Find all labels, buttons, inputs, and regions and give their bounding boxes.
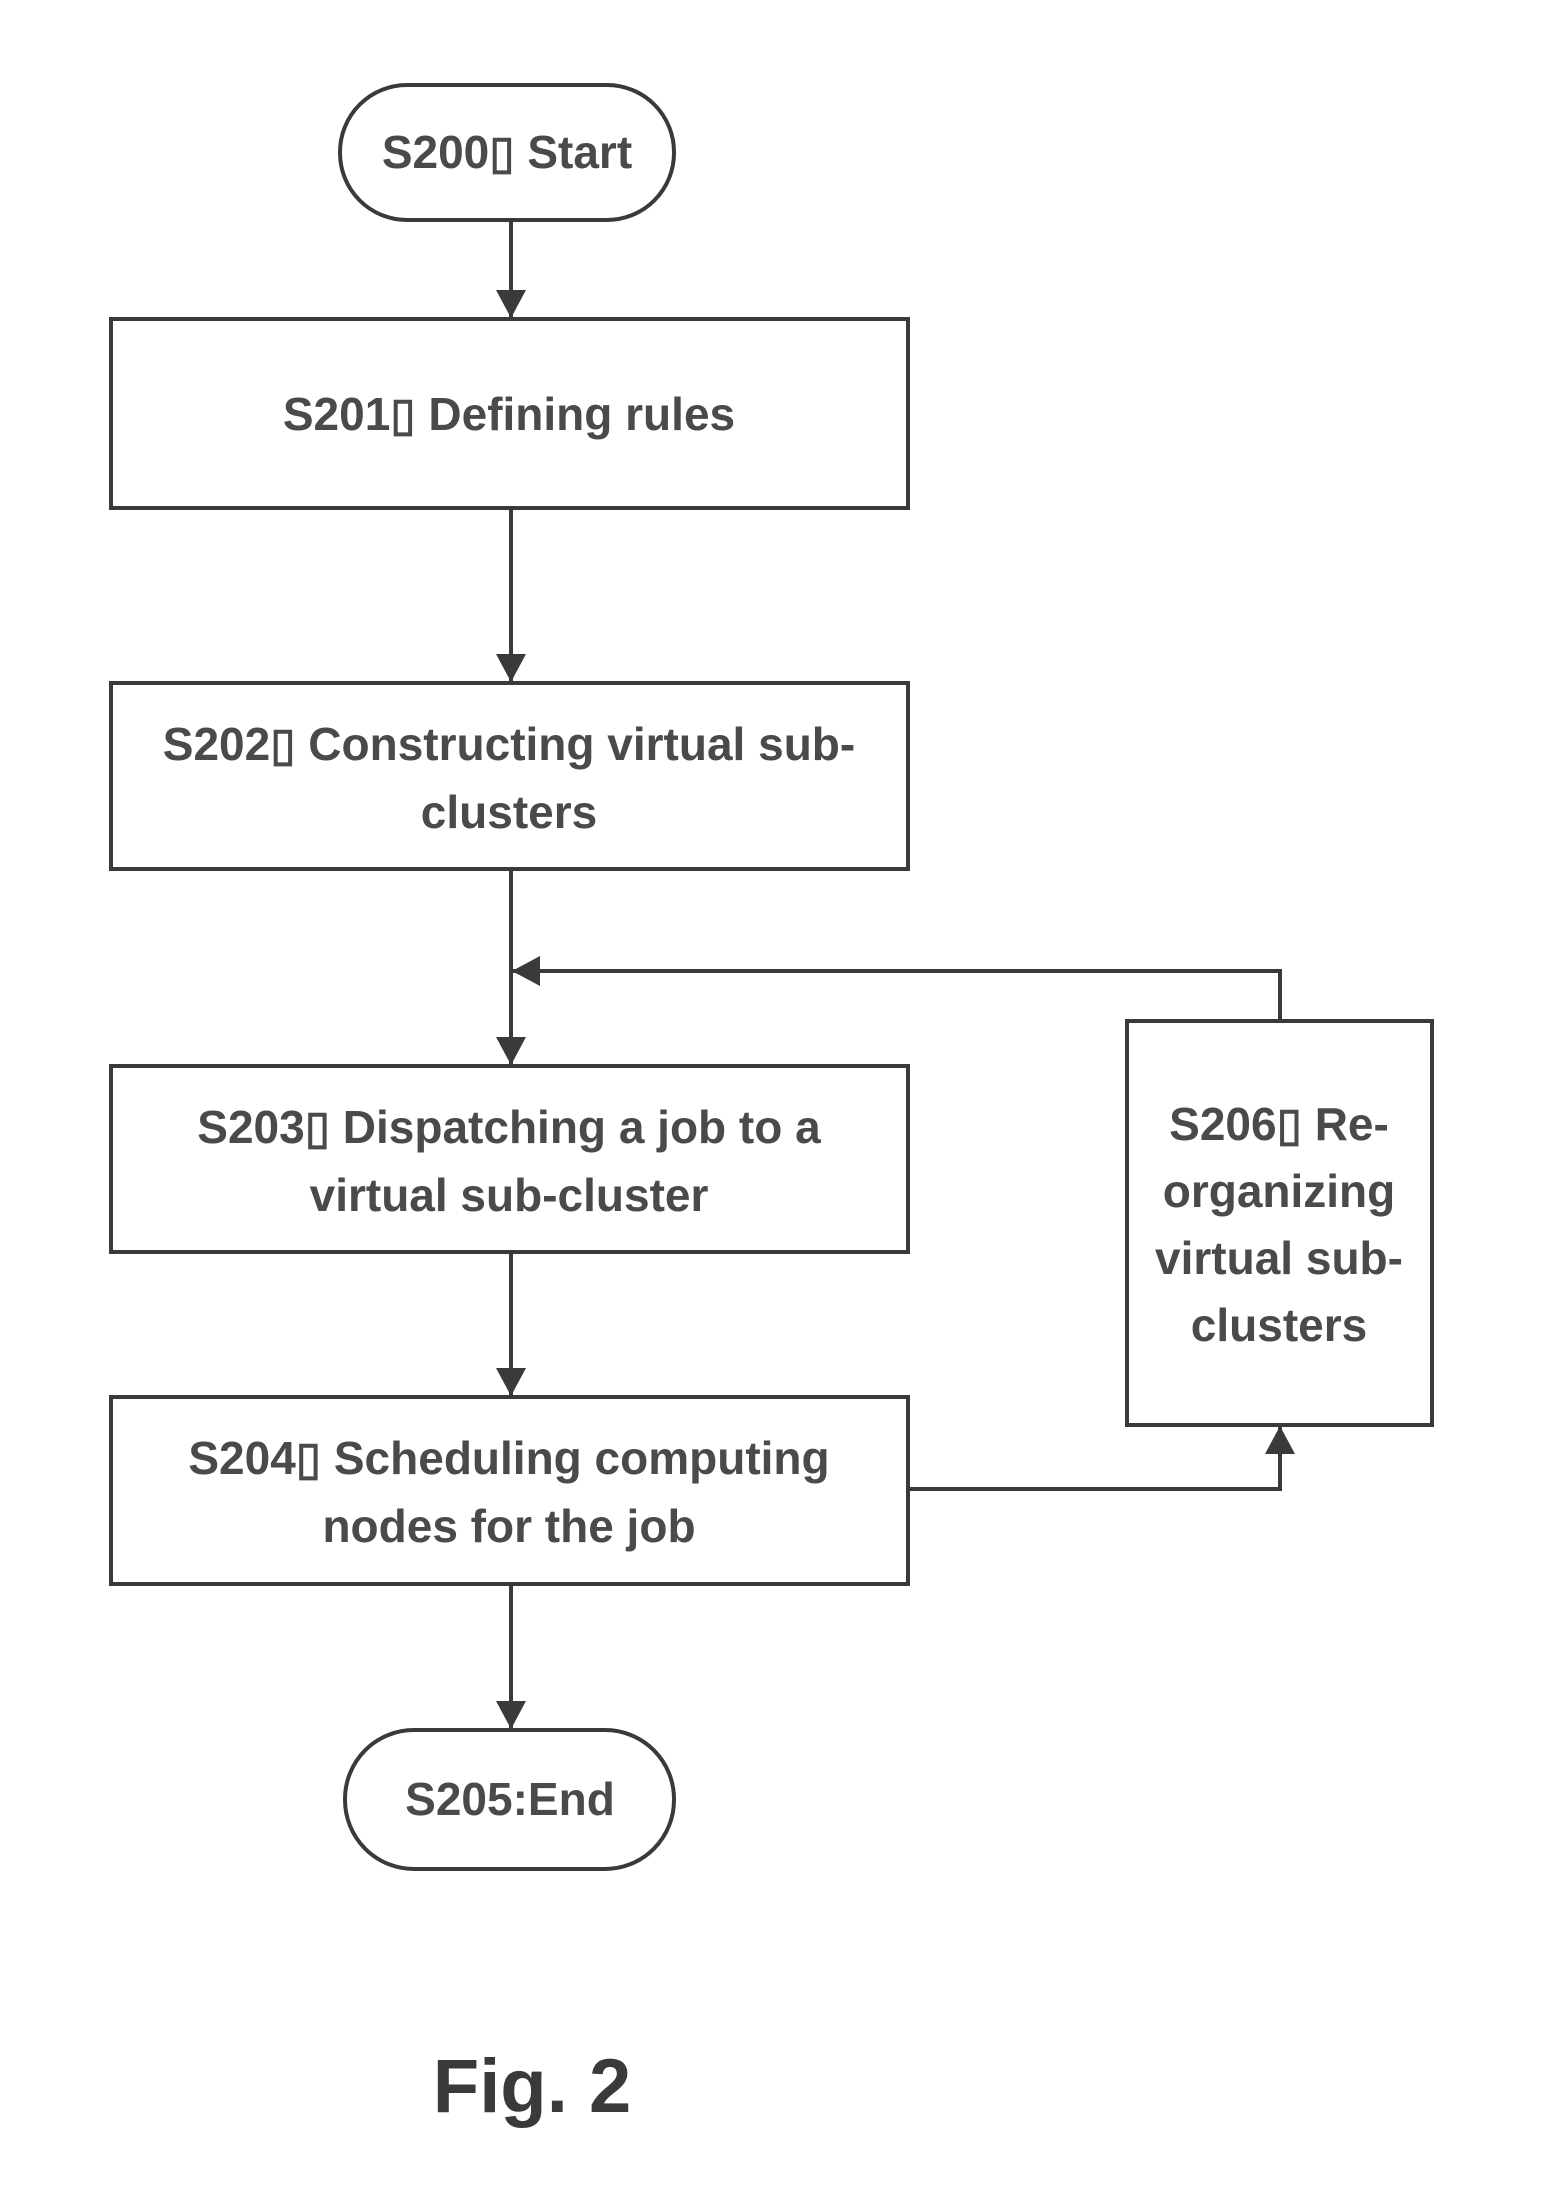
arrowhead-s203 bbox=[496, 1037, 526, 1065]
node-label-line-1: S203▯ Dispatching a job to a bbox=[197, 1101, 821, 1153]
node-s200: S200▯ Start bbox=[338, 83, 676, 222]
process-box bbox=[109, 1064, 910, 1254]
arrowhead-s202 bbox=[496, 654, 526, 682]
process-box bbox=[109, 1395, 910, 1586]
node-s202: S202▯ Constructing virtual sub- clusters bbox=[109, 681, 910, 871]
flowchart: S200▯ Start S201▯ Defining rules S202▯ C… bbox=[109, 83, 1434, 2129]
arrowhead-s206 bbox=[1265, 1426, 1295, 1454]
node-label-line-1: S206▯ Re- bbox=[1169, 1098, 1389, 1150]
node-label-line-2: organizing bbox=[1163, 1165, 1396, 1217]
node-s201: S201▯ Defining rules bbox=[109, 317, 910, 510]
process-box bbox=[1125, 1019, 1434, 1427]
node-label: S205:End bbox=[405, 1773, 615, 1825]
node-label-line-2: virtual sub-cluster bbox=[310, 1169, 709, 1221]
node-label: S200▯ Start bbox=[382, 126, 632, 178]
node-label-line-2: nodes for the job bbox=[322, 1500, 695, 1552]
node-label-line-2: clusters bbox=[421, 786, 597, 838]
arrowhead-s205 bbox=[496, 1701, 526, 1729]
edge-s204-s206 bbox=[908, 1427, 1282, 1491]
node-label-line-1: S202▯ Constructing virtual sub- bbox=[163, 718, 855, 770]
node-s206: S206▯ Re- organizing virtual sub- cluste… bbox=[1125, 1019, 1434, 1427]
arrowhead-s204 bbox=[496, 1368, 526, 1396]
node-label-line-4: clusters bbox=[1191, 1299, 1367, 1351]
node-label-line-3: virtual sub- bbox=[1155, 1232, 1403, 1284]
node-label-line-1: S204▯ Scheduling computing bbox=[188, 1432, 829, 1484]
figure-caption: Fig. 2 bbox=[433, 2044, 631, 2129]
node-label: S201▯ Defining rules bbox=[283, 388, 735, 440]
process-box bbox=[109, 681, 910, 871]
node-s204: S204▯ Scheduling computing nodes for the… bbox=[109, 1395, 910, 1586]
arrowhead-feedback bbox=[512, 956, 540, 986]
node-s203: S203▯ Dispatching a job to a virtual sub… bbox=[109, 1064, 910, 1254]
arrowhead-s201 bbox=[496, 290, 526, 318]
edge-s206-s203 bbox=[513, 969, 1282, 1021]
node-s205: S205:End bbox=[343, 1728, 676, 1871]
